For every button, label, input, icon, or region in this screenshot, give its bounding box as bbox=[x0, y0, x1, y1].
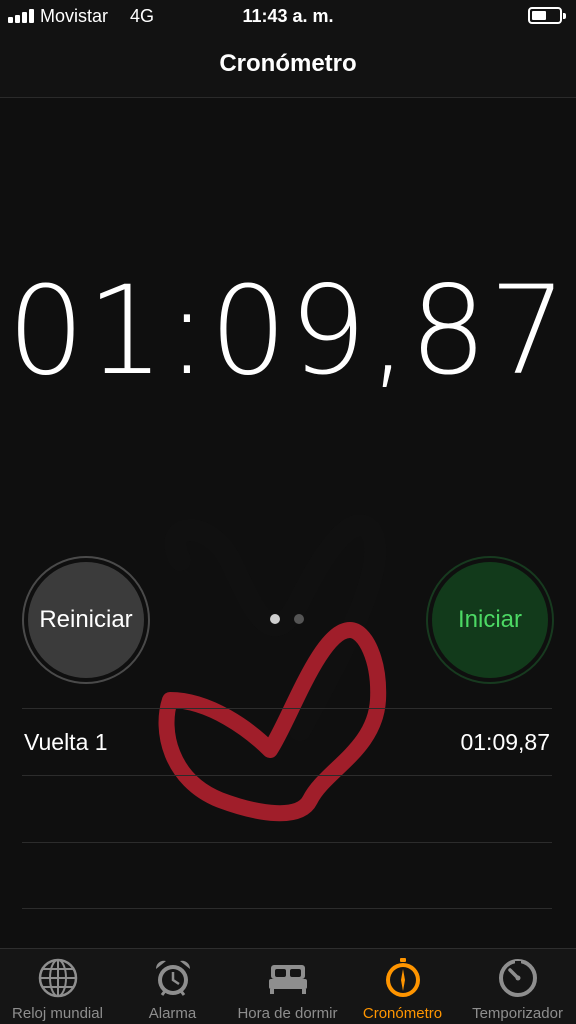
globe-icon bbox=[38, 958, 78, 998]
lap-row-empty bbox=[22, 842, 552, 909]
lap-label: Vuelta 1 bbox=[24, 729, 108, 755]
lap-row-empty bbox=[22, 775, 552, 842]
page-indicator[interactable] bbox=[270, 614, 310, 626]
tab-world-clock[interactable]: Reloj mundial bbox=[0, 949, 115, 1024]
tab-bar: Reloj mundial Alarma Hora de dormir Cron… bbox=[0, 948, 576, 1024]
lap-time: 01:09,87 bbox=[460, 729, 550, 755]
tab-label: Reloj mundial bbox=[12, 1005, 103, 1022]
page-title: Cronómetro bbox=[219, 50, 357, 77]
tab-label: Cronómetro bbox=[362, 1005, 443, 1022]
stopwatch-display: 01:09,87 bbox=[7, 260, 569, 402]
tab-timer[interactable]: Temporizador bbox=[460, 949, 575, 1024]
alarm-clock-icon bbox=[155, 960, 191, 996]
reset-button-label: Reiniciar bbox=[28, 562, 144, 678]
page-dot bbox=[294, 614, 304, 624]
laps-list: Vuelta 1 01:09,87 bbox=[22, 708, 552, 909]
tab-label: Temporizador bbox=[472, 1005, 563, 1022]
tab-label: Alarma bbox=[148, 1005, 197, 1022]
bed-icon bbox=[269, 965, 307, 994]
start-button[interactable]: Iniciar bbox=[426, 556, 554, 684]
status-bar: Movistar 4G 11:43 a. m. bbox=[0, 0, 576, 34]
page-dot-active bbox=[270, 614, 280, 624]
tab-label: Hora de dormir bbox=[237, 1005, 338, 1022]
battery-icon bbox=[528, 7, 566, 24]
navigation-bar: Cronómetro bbox=[0, 34, 576, 98]
reset-button[interactable]: Reiniciar bbox=[22, 556, 150, 684]
status-time: 11:43 a. m. bbox=[242, 6, 334, 26]
stopwatch-icon bbox=[386, 958, 420, 997]
tab-alarm[interactable]: Alarma bbox=[115, 949, 230, 1024]
tab-bedtime[interactable]: Hora de dormir bbox=[230, 949, 345, 1024]
lap-row: Vuelta 1 01:09,87 bbox=[22, 708, 552, 775]
start-button-label: Iniciar bbox=[432, 562, 548, 678]
timer-icon bbox=[499, 959, 537, 997]
tab-stopwatch[interactable]: Cronómetro bbox=[345, 949, 460, 1024]
